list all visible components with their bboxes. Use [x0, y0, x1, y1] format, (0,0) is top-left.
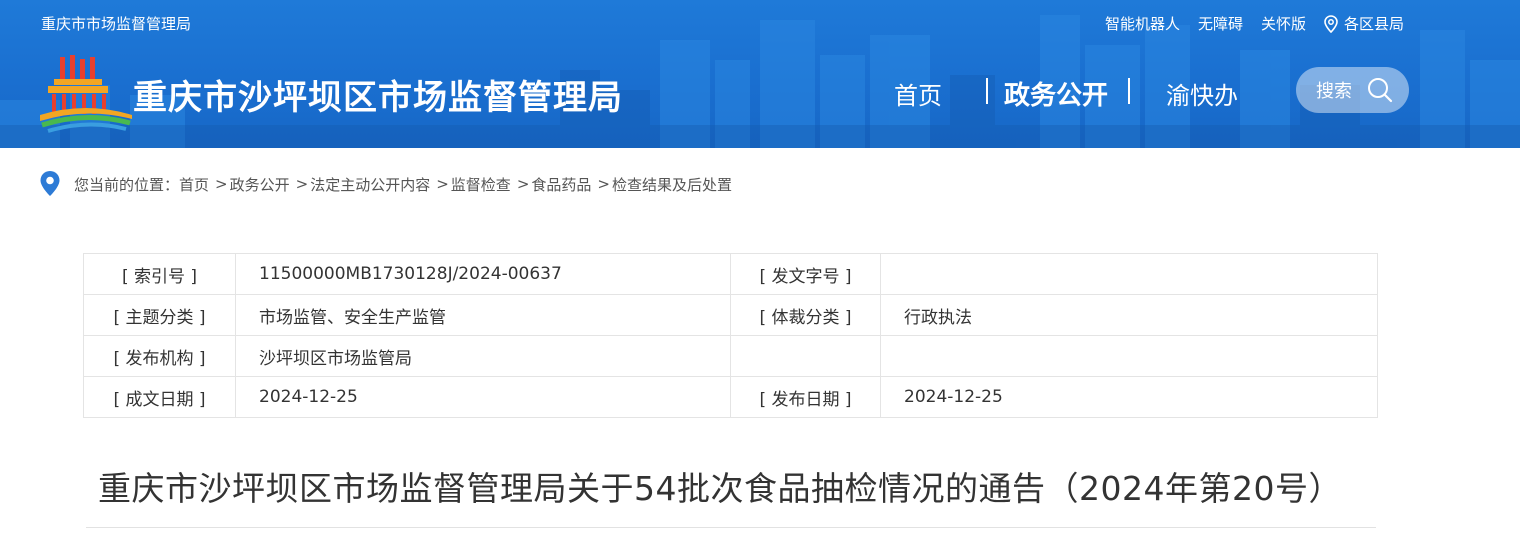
- breadcrumb-item-results[interactable]: 检查结果及后处置: [612, 174, 732, 195]
- table-row: [ 发布机构 ] 沙坪坝区市场监管局: [83, 335, 1378, 377]
- meta-label-empty: [730, 335, 881, 377]
- breadcrumb: 您当前的位置： 首页 > 政务公开 > 法定主动公开内容 > 监督检查 > 食品…: [39, 170, 732, 198]
- breadcrumb-prefix: 您当前的位置：: [74, 175, 180, 194]
- districts-link[interactable]: 各区县局: [1324, 13, 1404, 34]
- site-title[interactable]: 重庆市沙坪坝区市场监督管理局: [133, 70, 623, 119]
- breadcrumb-separator: >: [215, 175, 228, 193]
- document-meta-table: [ 索引号 ] 11500000MB1730128J/2024-00637 [ …: [83, 253, 1378, 418]
- care-mode-link[interactable]: 关怀版: [1261, 13, 1306, 34]
- location-pin-icon: [1324, 14, 1338, 33]
- table-row: [ 成文日期 ] 2024-12-25 [ 发布日期 ] 2024-12-25: [83, 376, 1378, 418]
- meta-value-topic: 市场监管、安全生产监管: [235, 294, 731, 336]
- accessibility-link[interactable]: 无障碍: [1198, 13, 1243, 34]
- meta-value-genre: 行政执法: [880, 294, 1378, 336]
- top-links: 智能机器人 无障碍 关怀版 各区县局: [1105, 13, 1404, 34]
- meta-label-doc-no: [ 发文字号 ]: [730, 253, 881, 295]
- districts-label: 各区县局: [1343, 15, 1404, 33]
- site-header: 重庆市市场监督管理局 智能机器人 无障碍 关怀版 各区县局 重庆市沙坪坝区市场监…: [0, 0, 1520, 148]
- table-row: [ 索引号 ] 11500000MB1730128J/2024-00637 [ …: [83, 253, 1378, 295]
- meta-label-genre: [ 体裁分类 ]: [730, 294, 881, 336]
- meta-value-empty: [880, 335, 1378, 377]
- nav-gov-affairs[interactable]: 政务公开: [1004, 75, 1108, 112]
- search-icon: [1368, 78, 1393, 103]
- top-site-name-link[interactable]: 重庆市市场监督管理局: [41, 13, 191, 34]
- meta-label-written-date: [ 成文日期 ]: [83, 376, 236, 418]
- article-title: 重庆市沙坪坝区市场监督管理局关于54批次食品抽检情况的通告（2024年第20号）: [98, 469, 1342, 508]
- meta-label-publisher: [ 发布机构 ]: [83, 335, 236, 377]
- robot-link[interactable]: 智能机器人: [1105, 13, 1180, 34]
- breadcrumb-item-gov-affairs[interactable]: 政务公开: [230, 174, 290, 195]
- nav-home[interactable]: 首页: [894, 76, 942, 111]
- meta-value-doc-no: [880, 253, 1378, 295]
- site-logo-emblem[interactable]: [38, 55, 134, 133]
- meta-value-index-no: 11500000MB1730128J/2024-00637: [235, 253, 731, 295]
- breadcrumb-separator: >: [597, 175, 610, 193]
- nav-divider: [986, 78, 988, 104]
- meta-label-index-no: [ 索引号 ]: [83, 253, 236, 295]
- breadcrumb-separator: >: [436, 175, 449, 193]
- breadcrumb-item-statutory-disclosure[interactable]: 法定主动公开内容: [310, 174, 430, 195]
- title-divider: [86, 527, 1376, 528]
- breadcrumb-item-home[interactable]: 首页: [179, 174, 209, 195]
- meta-value-written-date: 2024-12-25: [235, 376, 731, 418]
- nav-yukuaiban[interactable]: 渝快办: [1166, 76, 1238, 111]
- breadcrumb-separator: >: [295, 175, 309, 193]
- meta-value-publish-date: 2024-12-25: [880, 376, 1378, 418]
- breadcrumb-item-inspection[interactable]: 监督检查: [451, 174, 511, 195]
- map-pin-icon: [40, 171, 60, 196]
- table-row: [ 主题分类 ] 市场监管、安全生产监管 [ 体裁分类 ] 行政执法: [83, 294, 1378, 336]
- meta-value-publisher: 沙坪坝区市场监管局: [235, 335, 731, 377]
- breadcrumb-separator: >: [516, 175, 530, 193]
- breadcrumb-item-food-drug[interactable]: 食品药品: [531, 174, 591, 195]
- search-label: 搜索: [1316, 81, 1352, 102]
- search-button[interactable]: 搜索: [1296, 67, 1409, 113]
- nav-divider: [1128, 78, 1130, 104]
- meta-label-topic: [ 主题分类 ]: [83, 294, 236, 336]
- meta-label-publish-date: [ 发布日期 ]: [730, 376, 881, 418]
